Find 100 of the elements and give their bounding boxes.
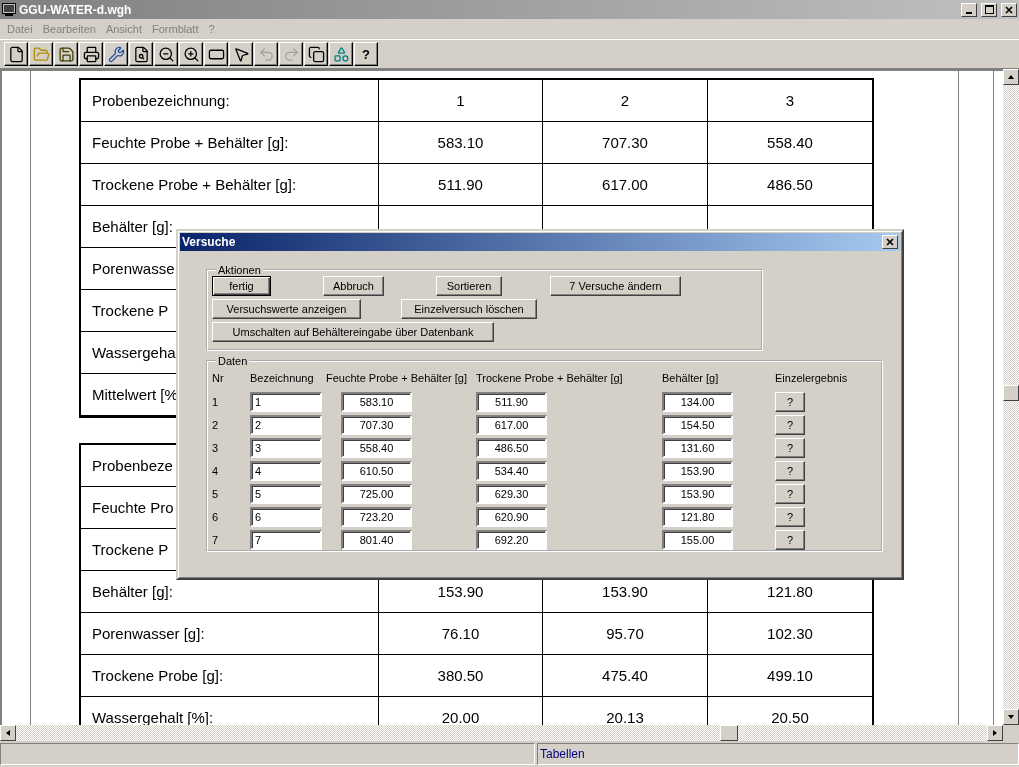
row-number: 3 (212, 442, 220, 454)
push-button[interactable]: Versuchswerte anzeigen (212, 299, 361, 319)
table-cell: 511.90 (379, 164, 543, 206)
right-arrow-icon (991, 729, 999, 737)
push-button[interactable]: 7 Versuche ändern (550, 276, 681, 296)
toolbar-button[interactable] (129, 42, 153, 66)
container-weight-field[interactable]: 155.00 (662, 530, 733, 550)
table-cell: 475.40 (543, 655, 708, 697)
table-cell: 617.00 (543, 164, 708, 206)
table-cell: 486.50 (708, 164, 872, 206)
push-button[interactable]: Umschalten auf Behältereingabe über Datenbank (212, 322, 494, 342)
wet-weight-field[interactable]: 801.40 (341, 530, 412, 550)
dry-weight-field[interactable]: 617.00 (476, 415, 547, 435)
column-header: Trockene Probe + Behälter [g] (476, 371, 624, 386)
wet-weight-field[interactable]: 725.00 (341, 484, 412, 504)
toolbar-button[interactable] (4, 42, 28, 66)
toolbar-button[interactable] (29, 42, 53, 66)
shapes-icon (332, 45, 350, 63)
toolbar-button[interactable] (54, 42, 78, 66)
table-cell: 102.30 (708, 613, 872, 655)
close-button[interactable] (882, 235, 898, 249)
row-number: 1 (212, 396, 220, 408)
container-weight-field[interactable]: 154.50 (662, 415, 733, 435)
push-button[interactable]: Sortieren (436, 276, 502, 296)
group-title: Daten (217, 355, 249, 367)
maximize-button[interactable] (981, 2, 997, 17)
push-button[interactable]: Abbruch (323, 276, 384, 296)
name-field[interactable]: 1 (250, 392, 322, 412)
column-header: Nr (212, 371, 225, 386)
wet-weight-field[interactable]: 583.10 (341, 392, 412, 412)
minimize-icon (966, 11, 972, 14)
vertical-scrollbar[interactable] (1003, 69, 1019, 725)
dry-weight-field[interactable]: 511.90 (476, 392, 547, 412)
table-cell: 95.70 (543, 613, 708, 655)
dry-weight-field[interactable]: 692.20 (476, 530, 547, 550)
container-weight-field[interactable]: 134.00 (662, 392, 733, 412)
undo-icon (257, 45, 275, 63)
name-field[interactable]: 7 (250, 530, 322, 550)
toolbar-button[interactable] (329, 42, 353, 66)
toolbar-button[interactable] (304, 42, 328, 66)
result-button[interactable]: ? (775, 461, 805, 481)
status-text: Tabellen (540, 747, 585, 761)
row-number: 2 (212, 419, 220, 431)
container-weight-field[interactable]: 131.60 (662, 438, 733, 458)
group-title: Aktionen (217, 264, 262, 276)
result-button[interactable]: ? (775, 438, 805, 458)
column-header: Behälter [g] (662, 371, 720, 386)
wet-weight-field[interactable]: 707.30 (341, 415, 412, 435)
wet-weight-field[interactable]: 723.20 (341, 507, 412, 527)
dialog-title: Versuche (182, 235, 236, 249)
close-icon (886, 238, 894, 246)
push-button[interactable]: Einzelversuch löschen (401, 299, 537, 319)
push-button[interactable]: fertig (212, 276, 271, 296)
toolbar-button[interactable] (204, 42, 228, 66)
up-arrow-icon (1007, 73, 1015, 81)
result-button[interactable]: ? (775, 530, 805, 550)
name-field[interactable]: 5 (250, 484, 322, 504)
scrollbar-thumb[interactable] (720, 725, 738, 741)
dry-weight-field[interactable]: 629.30 (476, 484, 547, 504)
table-cell: 2 (543, 80, 708, 122)
toolbar-button[interactable] (179, 42, 203, 66)
minimize-button[interactable] (961, 2, 977, 17)
scrollbar-thumb[interactable] (1003, 385, 1019, 401)
pointer-icon (232, 45, 250, 63)
close-icon (1005, 5, 1013, 14)
name-field[interactable]: 2 (250, 415, 322, 435)
page-magnifier-icon (132, 45, 150, 63)
redo-icon (282, 45, 300, 63)
horizontal-scrollbar[interactable] (0, 725, 1003, 741)
left-arrow-icon (4, 729, 12, 737)
row-number: 5 (212, 488, 220, 500)
toolbar-button[interactable] (79, 42, 103, 66)
close-button[interactable] (1001, 2, 1017, 17)
dry-weight-field[interactable]: 486.50 (476, 438, 547, 458)
help-button[interactable]: ? (354, 42, 378, 66)
wet-weight-field[interactable]: 610.50 (341, 461, 412, 481)
name-field[interactable]: 3 (250, 438, 322, 458)
container-weight-field[interactable]: 153.90 (662, 461, 733, 481)
zoom-out-icon (157, 45, 175, 63)
printer-icon (82, 45, 100, 63)
wet-weight-field[interactable]: 558.40 (341, 438, 412, 458)
copy-icon (307, 45, 325, 63)
dry-weight-field[interactable]: 620.90 (476, 507, 547, 527)
result-button[interactable]: ? (775, 507, 805, 527)
row-label: Porenwasser [g]: (81, 613, 379, 655)
name-field[interactable]: 4 (250, 461, 322, 481)
result-button[interactable]: ? (775, 392, 805, 412)
dry-weight-field[interactable]: 534.40 (476, 461, 547, 481)
name-field[interactable]: 6 (250, 507, 322, 527)
container-weight-field[interactable]: 153.90 (662, 484, 733, 504)
container-weight-field[interactable]: 121.80 (662, 507, 733, 527)
result-button[interactable]: ? (775, 415, 805, 435)
toolbar-button[interactable] (104, 42, 128, 66)
result-button[interactable]: ? (775, 484, 805, 504)
table-cell: 76.10 (379, 613, 543, 655)
app-icon (2, 3, 16, 16)
toolbar-button[interactable] (154, 42, 178, 66)
column-header: Bezeichnung (250, 371, 315, 386)
toolbar-button[interactable] (229, 42, 253, 66)
table-cell: 1 (379, 80, 543, 122)
